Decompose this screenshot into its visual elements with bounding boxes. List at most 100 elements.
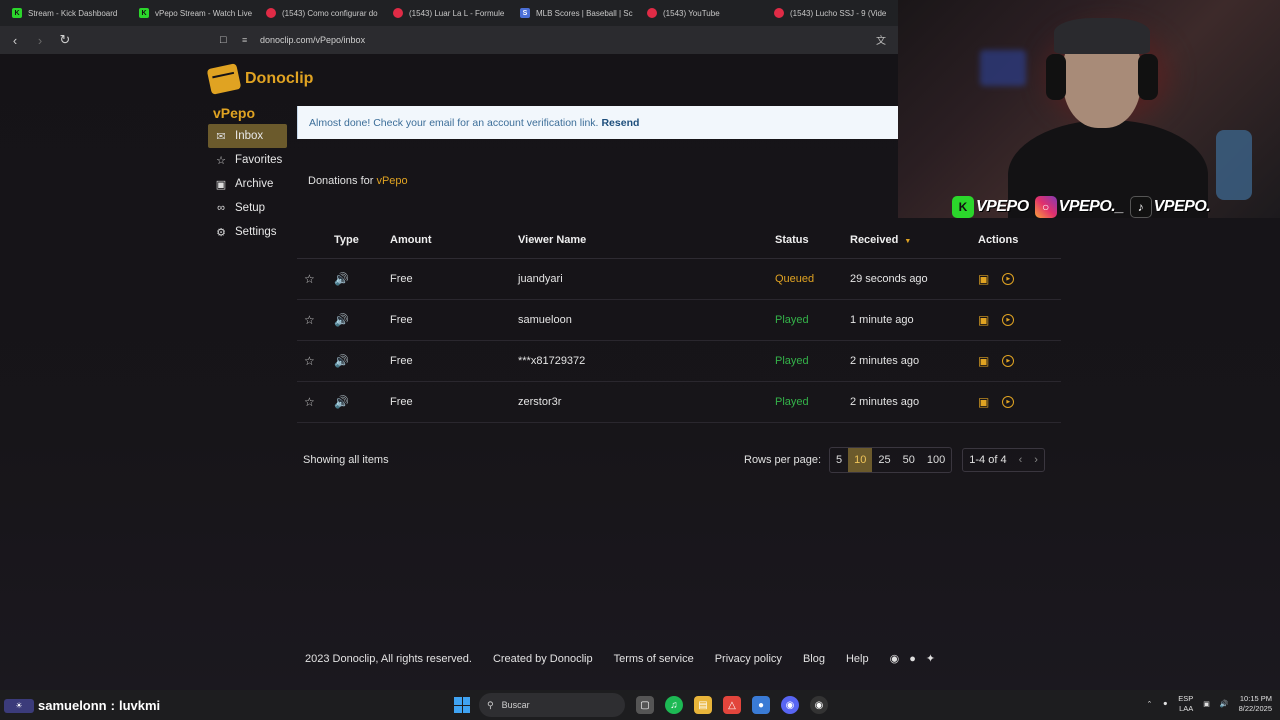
chat-message: luvkmi bbox=[118, 698, 161, 713]
favorite-star-icon[interactable]: ☆ bbox=[304, 395, 315, 409]
play-icon[interactable]: ▶ bbox=[1002, 314, 1015, 326]
back-icon[interactable]: ‹ bbox=[5, 30, 25, 50]
webcam-overlay bbox=[898, 0, 1280, 218]
lang-bottom: LAA bbox=[1179, 704, 1194, 713]
archive-action-icon[interactable]: ▣ bbox=[978, 354, 989, 368]
browser-tab[interactable]: (1543) Luar La L - Formule bbox=[387, 0, 514, 26]
twitter-icon[interactable]: ✦ bbox=[926, 652, 935, 665]
header-type: Type bbox=[334, 234, 359, 246]
play-icon[interactable]: ▶ bbox=[1002, 273, 1015, 285]
cell-received: 2 minutes ago bbox=[850, 396, 920, 408]
cell-received: 29 seconds ago bbox=[850, 273, 928, 285]
browser-tab[interactable]: (1543) Lucho SSJ - 9 (Vide bbox=[768, 0, 895, 26]
blog-link[interactable]: Blog bbox=[803, 653, 825, 665]
kick-icon: K bbox=[952, 196, 974, 218]
discord-icon[interactable]: ◉ bbox=[890, 652, 900, 665]
title-user[interactable]: vPepo bbox=[376, 175, 407, 187]
tab-title: (1543) Como configurar do bbox=[282, 8, 378, 18]
tab-title: (1543) Luar La L - Formule bbox=[409, 8, 505, 18]
sidebar-item-setup[interactable]: ∞ Setup bbox=[208, 196, 287, 220]
created-by-link[interactable]: Created by Donoclip bbox=[493, 653, 593, 665]
cell-viewer: juandyari bbox=[518, 273, 563, 285]
rows-option-5[interactable]: 5 bbox=[830, 448, 848, 472]
rows-option-50[interactable]: 50 bbox=[897, 448, 921, 472]
resend-link[interactable]: Resend bbox=[601, 117, 639, 129]
sidebar-item-inbox[interactable]: ✉ Inbox bbox=[208, 124, 287, 148]
terms-link[interactable]: Terms of service bbox=[614, 653, 694, 665]
sidebar-item-label: Favorites bbox=[235, 154, 283, 166]
task-view-icon[interactable]: ▢ bbox=[636, 696, 654, 714]
brave-browser-icon[interactable]: △ bbox=[723, 696, 741, 714]
sidebar-item-archive[interactable]: ▣ Archive bbox=[208, 172, 287, 196]
forward-icon[interactable]: › bbox=[30, 30, 50, 50]
volume-icon[interactable]: 🔊 bbox=[1220, 700, 1229, 708]
lang-top: ESP bbox=[1178, 694, 1194, 703]
site-info-icon[interactable]: ≡ bbox=[242, 35, 252, 45]
url-field[interactable]: □ ≡ donoclip.com/vPepo/inbox bbox=[220, 30, 900, 50]
sidebar-item-label: Settings bbox=[235, 226, 277, 238]
tab-title: Stream - Kick Dashboard bbox=[28, 8, 118, 18]
app-icon[interactable]: ● bbox=[752, 696, 770, 714]
weather-widget-icon: ☀ bbox=[4, 698, 34, 713]
favorite-star-icon[interactable]: ☆ bbox=[304, 313, 315, 327]
help-link[interactable]: Help bbox=[846, 653, 869, 665]
microphone-icon[interactable]: ⚫ bbox=[1162, 700, 1168, 708]
windows-start-icon[interactable] bbox=[454, 697, 470, 713]
privacy-link[interactable]: Privacy policy bbox=[715, 653, 782, 665]
kick-icon: K bbox=[139, 8, 149, 18]
tiktok-name: VPEPO. bbox=[1153, 198, 1211, 215]
cell-amount: Free bbox=[390, 396, 413, 408]
discord-icon[interactable]: ◉ bbox=[781, 696, 799, 714]
table-row: ☆ 🔊 Free ***x81729372 Played 2 minutes a… bbox=[297, 341, 1061, 382]
browser-tab[interactable]: K vPepo Stream - Watch Live bbox=[133, 0, 260, 26]
play-icon[interactable]: ▶ bbox=[1002, 355, 1015, 367]
tts-speaker-icon: 🔊 bbox=[334, 395, 349, 409]
sort-desc-icon[interactable]: ▼ bbox=[904, 238, 911, 245]
rows-option-25[interactable]: 25 bbox=[872, 448, 896, 472]
profile-name: vPepo bbox=[213, 105, 256, 121]
clock[interactable]: 10:15 PM 8/22/2025 bbox=[1239, 694, 1272, 714]
gear-icon: ⚙ bbox=[216, 226, 226, 239]
monitor-icon[interactable]: ▣ bbox=[1203, 700, 1210, 708]
archive-action-icon[interactable]: ▣ bbox=[978, 313, 989, 327]
archive-action-icon[interactable]: ▣ bbox=[978, 395, 989, 409]
sidebar-item-favorites[interactable]: ☆ Favorites bbox=[208, 148, 287, 172]
language-indicator[interactable]: ESP LAA bbox=[1178, 694, 1193, 714]
browser-tab[interactable]: (1543) Como configurar do bbox=[260, 0, 387, 26]
obs-icon[interactable]: ◉ bbox=[810, 696, 828, 714]
reload-icon[interactable]: ↻ bbox=[55, 30, 75, 50]
archive-action-icon[interactable]: ▣ bbox=[978, 272, 989, 286]
page-navigator: 1-4 of 4 ‹ › bbox=[962, 448, 1045, 472]
search-placeholder: Buscar bbox=[501, 700, 530, 710]
bookmark-icon[interactable]: □ bbox=[220, 34, 230, 46]
chevron-left-icon[interactable]: ‹ bbox=[1019, 454, 1023, 466]
browser-tab[interactable]: (1543) YouTube bbox=[641, 0, 768, 26]
windows-taskbar: ☀ samuelonn : luvkmi ⚲ Buscar ▢ ♫ ▤ △ ● … bbox=[0, 690, 1280, 720]
tiktok-handle: ♪ VPEPO. bbox=[1129, 196, 1211, 218]
browser-tab[interactable]: K Stream - Kick Dashboard bbox=[6, 0, 133, 26]
rows-option-10[interactable]: 10 bbox=[848, 448, 873, 472]
youtube-icon bbox=[393, 8, 403, 18]
header-received[interactable]: Received ▼ bbox=[850, 234, 978, 246]
chevron-right-icon[interactable]: › bbox=[1034, 454, 1038, 466]
sidebar-item-label: Setup bbox=[235, 202, 266, 214]
date: 8/22/2025 bbox=[1238, 704, 1272, 713]
sidebar-item-label: Inbox bbox=[235, 130, 264, 142]
sidebar-item-settings[interactable]: ⚙ Settings bbox=[208, 220, 287, 244]
streamer-hat bbox=[1054, 18, 1150, 54]
instagram-icon: ○ bbox=[1034, 196, 1057, 218]
donoclip-logo[interactable]: Donoclip bbox=[206, 63, 313, 95]
translate-icon[interactable]: 文 bbox=[876, 32, 886, 47]
table-pagination: Showing all items Rows per page: 5 10 25… bbox=[297, 445, 1061, 475]
taskbar-search[interactable]: ⚲ Buscar bbox=[479, 693, 625, 717]
url-text: donoclip.com/vPepo/inbox bbox=[260, 35, 366, 45]
favorite-star-icon[interactable]: ☆ bbox=[304, 272, 315, 286]
favorite-star-icon[interactable]: ☆ bbox=[304, 354, 315, 368]
play-icon[interactable]: ▶ bbox=[1002, 396, 1015, 408]
facebook-icon[interactable]: ● bbox=[909, 653, 916, 665]
file-explorer-icon[interactable]: ▤ bbox=[694, 696, 712, 714]
rows-option-100[interactable]: 100 bbox=[921, 448, 951, 472]
browser-tab[interactable]: S MLB Scores | Baseball | Sc bbox=[514, 0, 641, 26]
spotify-icon[interactable]: ♫ bbox=[665, 696, 683, 714]
chevron-up-icon[interactable]: ⌃ bbox=[1147, 700, 1153, 708]
